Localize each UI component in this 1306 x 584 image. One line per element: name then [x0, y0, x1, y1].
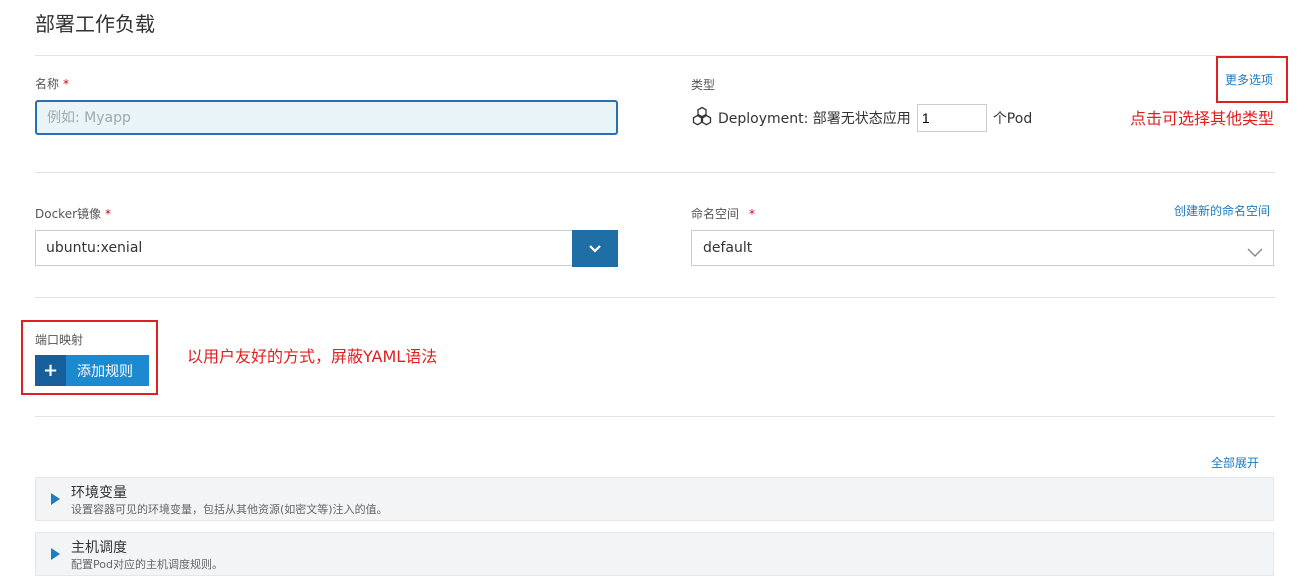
port-annotation: 以用户友好的方式，屏蔽YAML语法	[187, 347, 438, 366]
name-label-text: 名称	[35, 77, 60, 91]
namespace-label-text: 命名空间	[691, 207, 740, 221]
divider	[35, 297, 1275, 298]
image-value: ubuntu:xenial	[46, 240, 143, 256]
chevron-down-icon	[1247, 243, 1263, 262]
name-label: 名称 *	[35, 76, 69, 92]
scale-input[interactable]	[916, 104, 987, 132]
section-description: 设置容器可见的环境变量，包括从其他资源(如密文等)注入的值。	[71, 503, 388, 516]
section-title: 主机调度	[71, 540, 127, 556]
image-dropdown-button[interactable]	[572, 230, 618, 267]
scale-unit: 个Pod	[992, 111, 1033, 127]
namespace-value: default	[703, 240, 753, 256]
create-namespace-link[interactable]: 创建新的命名空间	[1174, 203, 1270, 219]
workload-type: Deployment: 部署无状态应用 个Pod	[692, 104, 1033, 132]
more-options-link[interactable]: 更多选项	[1225, 72, 1273, 88]
section-node-scheduling[interactable]: 主机调度 配置Pod对应的主机调度规则。	[35, 532, 1274, 576]
more-options-annotation: 点击可选择其他类型	[1130, 109, 1275, 128]
section-env-vars[interactable]: 环境变量 设置容器可见的环境变量，包括从其他资源(如密文等)注入的值。	[35, 477, 1274, 521]
image-label: Docker镜像 *	[35, 206, 111, 222]
image-input[interactable]: ubuntu:xenial	[35, 230, 573, 266]
section-title: 环境变量	[71, 485, 127, 501]
chevron-down-icon	[588, 239, 602, 258]
required-mark: *	[749, 207, 756, 221]
add-rule-label: 添加规则	[77, 363, 133, 380]
divider	[35, 416, 1275, 417]
deployment-icon	[692, 106, 718, 130]
required-mark: *	[63, 77, 70, 91]
namespace-label: 命名空间 *	[691, 206, 755, 222]
namespace-select[interactable]: default	[691, 230, 1274, 266]
section-description: 配置Pod对应的主机调度规则。	[71, 558, 223, 571]
port-mapping-label: 端口映射	[35, 333, 84, 347]
expand-all-link[interactable]: 全部展开	[1211, 455, 1259, 471]
plus-icon: +	[35, 355, 66, 386]
type-description: Deployment: 部署无状态应用	[718, 111, 911, 127]
add-rule-button[interactable]: + 添加规则	[35, 355, 149, 386]
page-title: 部署工作负载	[35, 12, 155, 36]
divider	[35, 172, 1275, 173]
type-label: 类型	[691, 78, 716, 92]
image-label-text: Docker镜像	[35, 207, 102, 221]
name-input[interactable]	[35, 100, 618, 135]
expand-arrow-icon	[51, 548, 60, 560]
divider	[35, 55, 1275, 56]
required-mark: *	[105, 207, 112, 221]
expand-arrow-icon	[51, 493, 60, 505]
